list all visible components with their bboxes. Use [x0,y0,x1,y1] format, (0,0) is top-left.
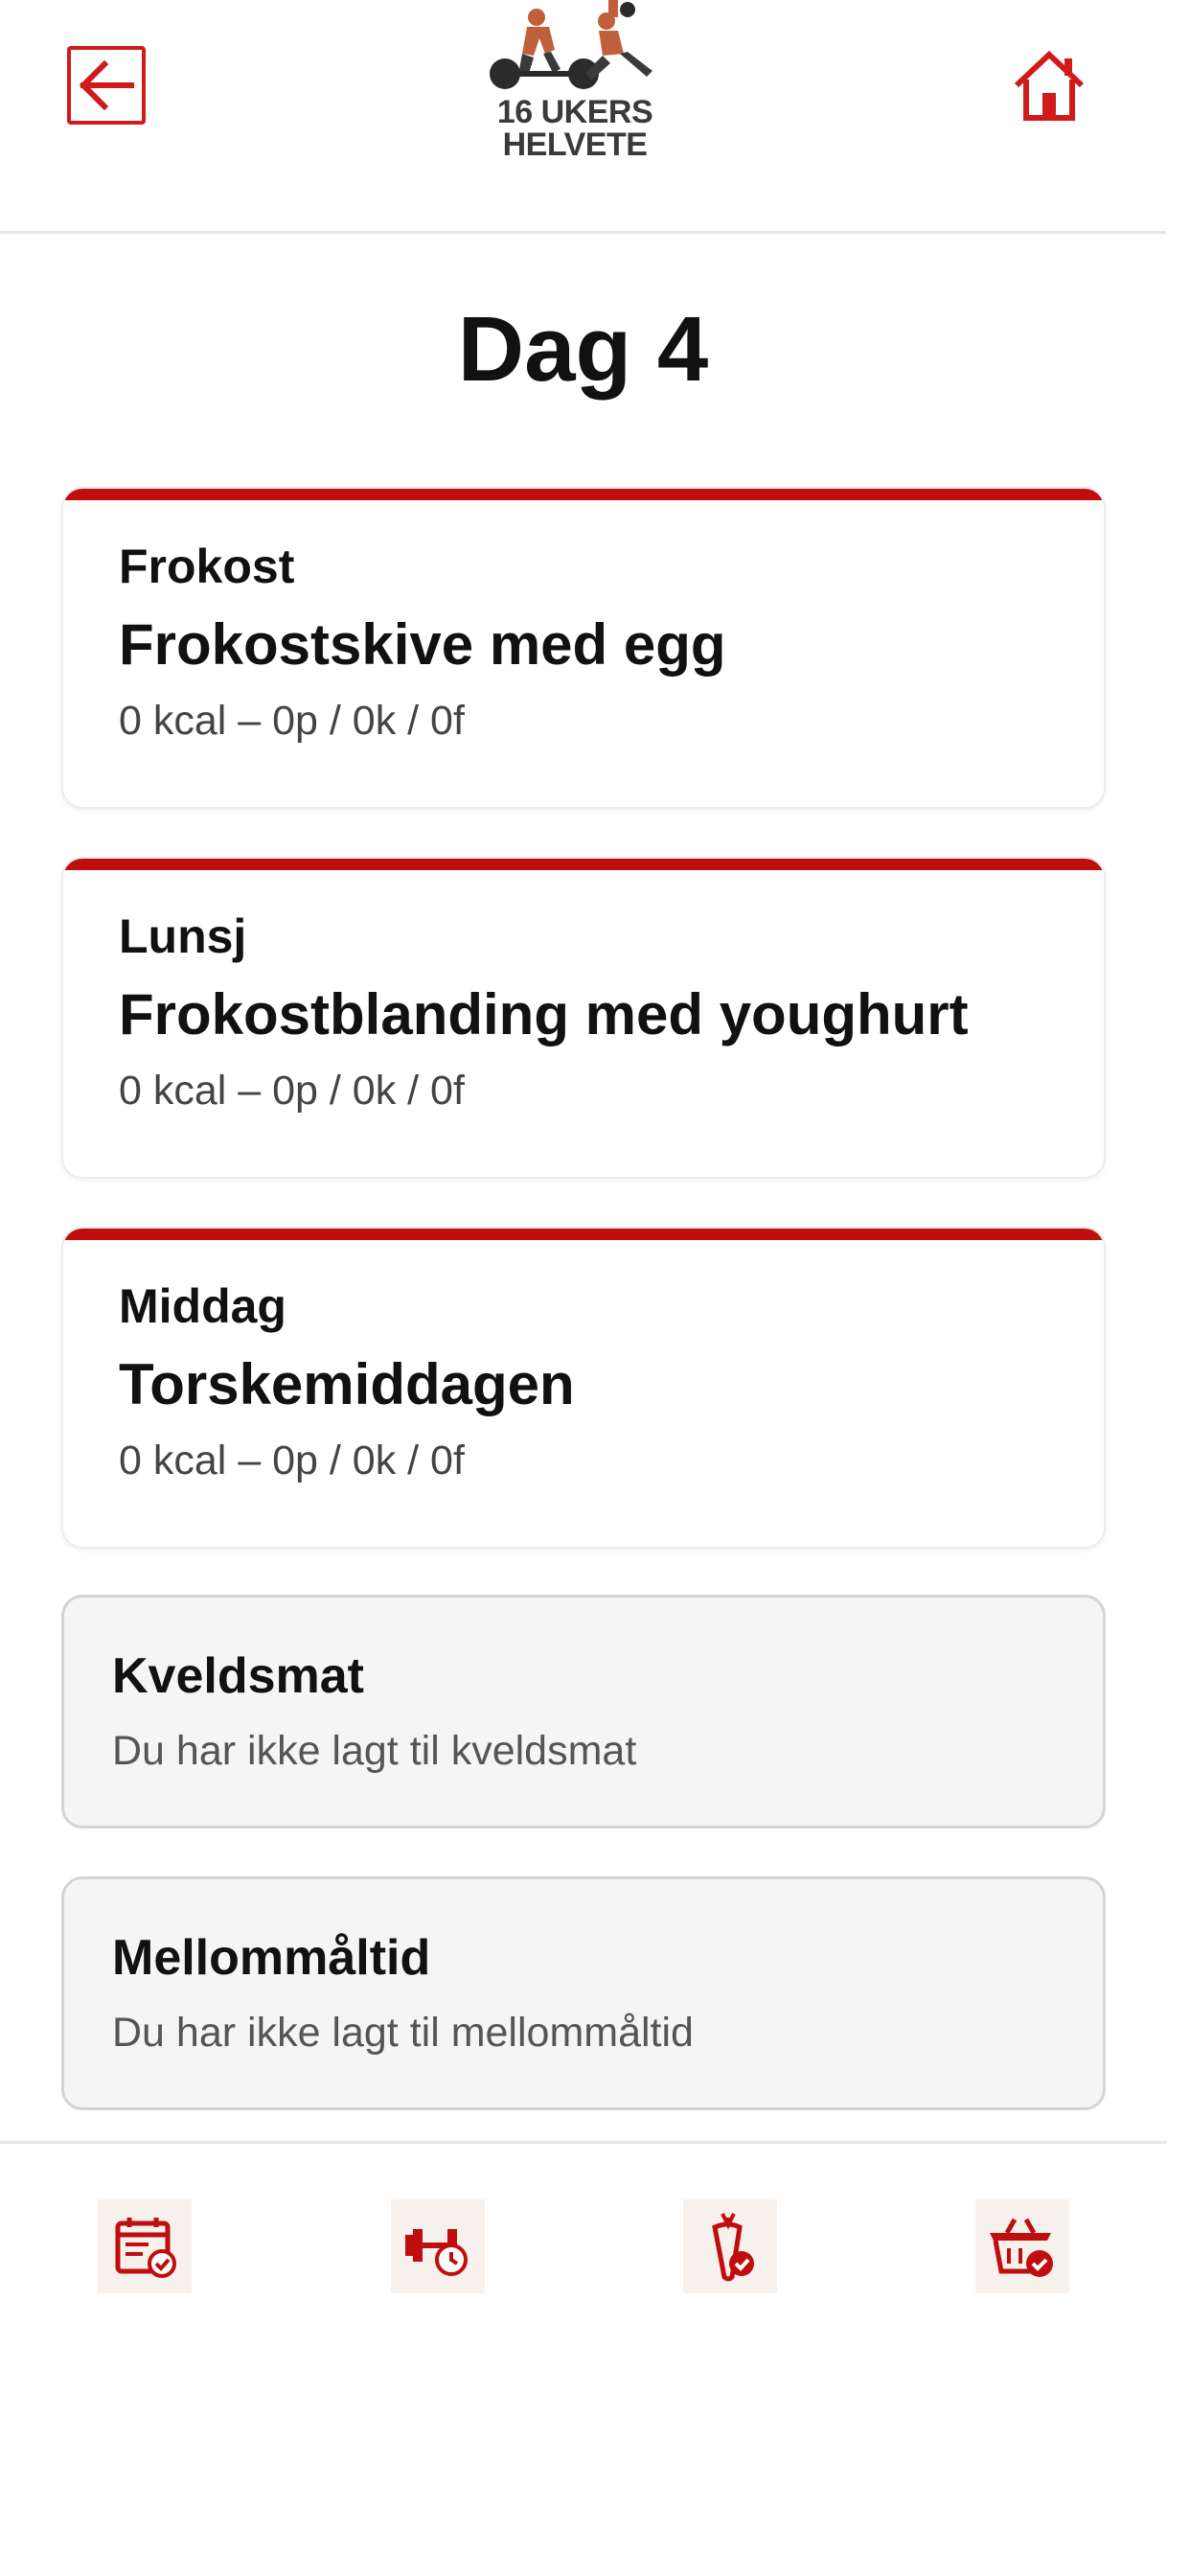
meal-name: Frokostskive med egg [119,612,726,677]
meal-card-frokost[interactable]: Frokost Frokostskive med egg 0 kcal – 0p… [61,487,1106,809]
meal-card-middag[interactable]: Middag Torskemiddagen 0 kcal – 0p / 0k /… [61,1227,1106,1549]
nav-shopping-button[interactable] [975,2199,1069,2293]
back-button[interactable] [67,46,146,125]
app-header: 16 UKERS HELVETE [0,0,1166,234]
logo-text-line1: 16 UKERS [496,94,653,130]
nav-plan-button[interactable] [98,2199,192,2293]
meal-type-label: Kveldsmat [112,1648,364,1704]
meal-macros: 0 kcal – 0p / 0k / 0f [119,698,465,744]
dumbbell-timer-icon [405,2229,468,2276]
empty-meal-message: Du har ikke lagt til kveldsmat [112,1728,637,1774]
logo-text-line2: HELVETE [502,126,648,163]
meal-name: Frokostblanding med youghurt [119,982,969,1046]
arrow-left-icon [79,59,134,111]
nav-training-button[interactable] [391,2199,485,2293]
card-accent-bar [63,1229,1104,1240]
page-title: Dag 4 [457,298,709,401]
meal-type-label: Mellommåltid [112,1930,431,1986]
logo-athletes-image [490,0,652,89]
app-logo: 16 UKERS HELVETE [479,0,671,172]
card-accent-bar [63,489,1104,500]
nav-nutrition-button[interactable] [683,2199,777,2293]
basket-check-icon [990,2218,1053,2277]
meal-card-lunsj[interactable]: Lunsj Frokostblanding med youghurt 0 kca… [61,857,1106,1179]
empty-meal-message: Du har ikke lagt til mellommåltid [112,2010,694,2056]
card-accent-bar [63,859,1104,870]
meal-name: Torskemiddagen [119,1352,575,1416]
meal-type-label: Frokost [119,540,295,593]
empty-card-kveldsmat[interactable]: Kveldsmat Du har ikke lagt til kveldsmat [61,1595,1106,1828]
calendar-check-icon [115,2218,176,2278]
meal-type-label: Middag [119,1279,286,1333]
meal-type-label: Lunsj [119,909,247,963]
carrot-check-icon [712,2213,754,2282]
home-button[interactable] [1006,42,1092,128]
meal-macros: 0 kcal – 0p / 0k / 0f [119,1438,465,1484]
home-icon [1014,50,1085,121]
meal-macros: 0 kcal – 0p / 0k / 0f [119,1068,465,1114]
empty-card-mellommaltid[interactable]: Mellommåltid Du har ikke lagt til mellom… [61,1876,1106,2110]
bottom-navigation [0,2141,1166,2352]
